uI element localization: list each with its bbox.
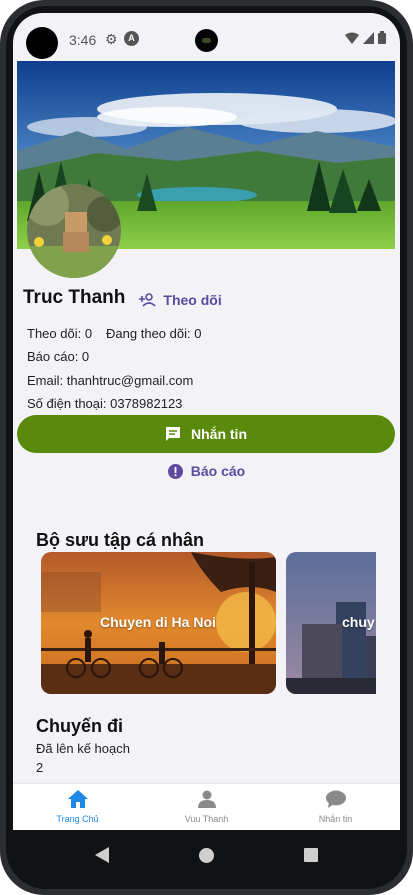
- report-label: Báo cáo: [190, 463, 246, 479]
- phone-text: Số điện thoại: 0378982123: [27, 396, 183, 411]
- recents-icon[interactable]: [304, 848, 318, 862]
- email-text: Email: thanhtruc@gmail.com: [27, 373, 194, 388]
- trips-title: Chuyến đi: [36, 716, 124, 736]
- bottom-navigation: Trang Chủ Vuu Thanh Nhắn tin: [13, 783, 400, 830]
- follow-button[interactable]: Theo dõi: [139, 292, 222, 308]
- report-button[interactable]: Báo cáo: [13, 463, 400, 479]
- reports-count: Báo cáo: 0: [27, 349, 90, 364]
- person-icon: [197, 790, 216, 808]
- status-bar: 3:46 ⚙ A: [13, 13, 400, 61]
- chat-icon: [166, 427, 180, 441]
- nav-tab-profile[interactable]: Vuu Thanh: [142, 784, 271, 830]
- home-icon: [67, 790, 88, 808]
- signal-icon: [363, 31, 374, 44]
- front-camera: [195, 29, 218, 52]
- user-name: Truc Thanh: [23, 287, 126, 308]
- nav-tab-messages[interactable]: Nhắn tin: [271, 784, 400, 830]
- collection-card-label: chuy: [342, 614, 375, 630]
- wifi-icon: [345, 32, 359, 44]
- nav-label: Trang Chủ: [56, 814, 99, 824]
- alert-icon: [167, 463, 183, 479]
- follow-stats: Theo dõi: 0 Đang theo dõi: 0: [27, 326, 201, 341]
- collection-card-label: Chuyen di Ha Noi: [100, 614, 216, 630]
- avatar[interactable]: [27, 184, 121, 278]
- collection-carousel[interactable]: Chuyen di Ha Noi chuy: [41, 552, 376, 694]
- following-count: Đang theo dõi: 0: [106, 326, 202, 341]
- battery-icon: [378, 31, 386, 44]
- followers-count: Theo dõi: 0: [27, 326, 93, 341]
- nav-tab-home[interactable]: Trang Chủ: [13, 784, 142, 830]
- status-time: 3:46: [69, 32, 97, 48]
- app-screen: 3:46 ⚙ A Truc Thanh Theo dõi Theo dõi: 0…: [13, 13, 400, 830]
- back-icon[interactable]: [95, 847, 109, 863]
- collection-card[interactable]: Chuyen di Ha Noi: [41, 552, 276, 694]
- nav-label: Nhắn tin: [318, 814, 353, 824]
- collection-title: Bộ sưu tập cá nhân: [36, 530, 205, 550]
- message-label: Nhắn tin: [191, 426, 247, 442]
- profile-header: Truc Thanh Theo dõi: [23, 287, 222, 309]
- settings-gear-icon: ⚙: [105, 31, 118, 47]
- trips-planned-label: Đã lên kế hoạch: [36, 741, 130, 756]
- add-person-icon: [139, 293, 156, 307]
- collection-card[interactable]: chuy: [286, 552, 376, 694]
- home-circle-icon[interactable]: [199, 847, 214, 863]
- nav-label: Vuu Thanh: [184, 814, 229, 824]
- a-notification-icon: A: [124, 31, 139, 46]
- camera-cutout: [26, 27, 58, 59]
- status-indicators: [345, 31, 386, 44]
- chat-bubble-icon: [325, 790, 346, 808]
- message-button[interactable]: Nhắn tin: [17, 415, 395, 453]
- trips-planned-count: 2: [36, 760, 44, 775]
- system-navigation-bar: [6, 830, 407, 880]
- follow-label: Theo dõi: [163, 292, 222, 308]
- phone-frame: 3:46 ⚙ A Truc Thanh Theo dõi Theo dõi: 0…: [0, 0, 413, 895]
